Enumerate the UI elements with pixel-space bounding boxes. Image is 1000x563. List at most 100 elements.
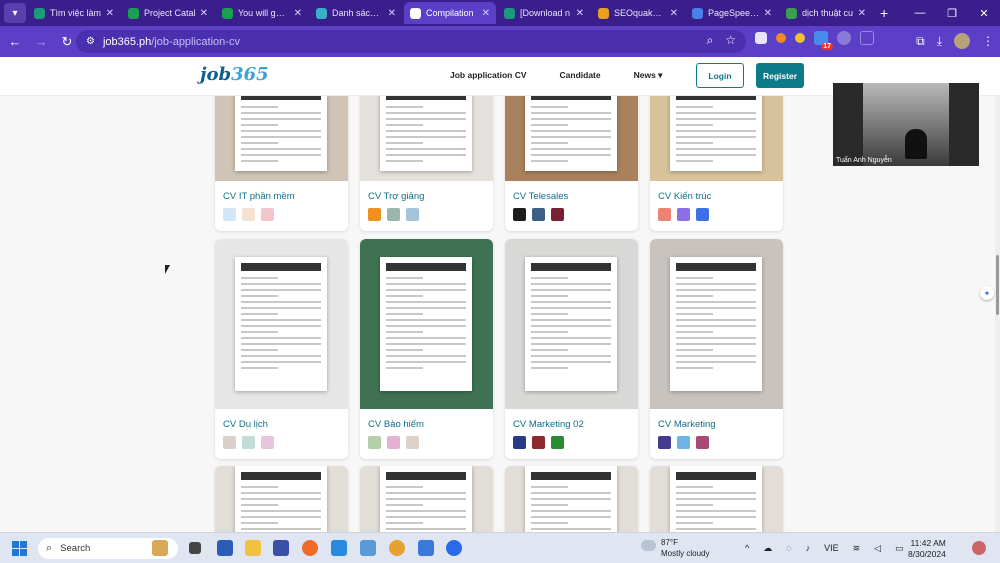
color-swatch[interactable] [551, 436, 564, 449]
extensions-puzzle-icon[interactable]: ⧉ [916, 34, 925, 49]
color-swatch[interactable] [551, 208, 564, 221]
new-tab-button[interactable]: + [880, 5, 888, 21]
color-swatch[interactable] [677, 208, 690, 221]
bookmark-star-icon[interactable]: ☆ [725, 33, 736, 48]
color-swatch[interactable] [513, 436, 526, 449]
color-swatch[interactable] [677, 436, 690, 449]
url-field[interactable]: ⚙ job365.ph/job-application-cv ⌕ ☆ [76, 30, 746, 53]
download-icon[interactable]: ⤓ [937, 34, 942, 49]
extension-ext-icon[interactable] [860, 31, 874, 45]
taskbar-clock[interactable]: 11:42 AM 8/30/2024 [908, 538, 946, 560]
color-swatch[interactable] [658, 208, 671, 221]
taskbar-notepad-icon[interactable] [418, 540, 434, 556]
cv-template-card[interactable]: CV Du lịch [215, 239, 348, 459]
cv-template-card[interactable] [215, 466, 348, 532]
cv-template-name[interactable]: CV Trợ giảng [368, 191, 485, 202]
color-swatch[interactable] [532, 436, 545, 449]
tray-wifi-icon[interactable]: ≋ [853, 543, 861, 554]
tab-close-icon[interactable]: ✕ [200, 8, 208, 19]
color-swatch[interactable] [242, 436, 255, 449]
taskbar-app2-icon[interactable] [360, 540, 376, 556]
register-button[interactable]: Register [756, 63, 804, 88]
browser-tab[interactable]: Project Catal ✕ [122, 2, 214, 24]
tab-close-icon[interactable]: ✕ [294, 8, 302, 19]
color-swatch[interactable] [387, 208, 400, 221]
tab-close-icon[interactable]: ✕ [670, 8, 678, 19]
cv-template-card[interactable]: CV Marketing [650, 239, 783, 459]
windows-start-icon[interactable] [12, 541, 27, 556]
forward-icon[interactable]: → [30, 34, 52, 49]
tab-close-icon[interactable]: ✕ [388, 8, 396, 19]
zoom-icon[interactable]: ⌕ [707, 33, 714, 48]
cv-template-name[interactable]: CV Bảo hiểm [368, 419, 485, 430]
cv-thumbnail[interactable] [650, 96, 783, 181]
tab-close-icon[interactable]: ✕ [482, 8, 490, 19]
tray-mic-icon[interactable]: ♪ [806, 543, 811, 554]
login-button[interactable]: Login [696, 63, 744, 88]
minimize-icon[interactable]: — [904, 7, 936, 19]
cv-thumbnail[interactable] [215, 96, 348, 181]
site-logo[interactable]: job365 [200, 64, 269, 85]
tab-search-button[interactable]: ▾ [4, 3, 26, 23]
browser-tab[interactable]: [Download n ✕ [498, 2, 590, 24]
cv-template-card[interactable]: CV Bảo hiểm [360, 239, 493, 459]
taskbar-chrome-icon[interactable] [389, 540, 405, 556]
color-swatch[interactable] [368, 436, 381, 449]
browser-tab[interactable]: You will get a ✕ [216, 2, 308, 24]
tab-close-icon[interactable]: ✕ [764, 8, 772, 19]
tab-close-icon[interactable]: ✕ [106, 8, 114, 19]
taskbar-orange-app-icon[interactable] [302, 540, 318, 556]
browser-menu-icon[interactable]: ⋮ [982, 34, 994, 48]
cv-template-card[interactable]: CV IT phần mềm [215, 96, 348, 231]
extension-translate-icon[interactable] [837, 31, 851, 45]
color-swatch[interactable] [223, 208, 236, 221]
color-swatch[interactable] [261, 208, 274, 221]
cv-template-card[interactable]: CV Telesales [505, 96, 638, 231]
tray-battery-icon[interactable]: ▭ [895, 543, 904, 554]
taskbar-taskview-icon[interactable] [189, 542, 201, 554]
cv-template-card[interactable] [505, 466, 638, 532]
nav-news[interactable]: News ▾ [634, 70, 663, 81]
profile-avatar[interactable] [954, 33, 970, 49]
site-info-icon[interactable]: ⚙ [86, 36, 95, 47]
cv-thumbnail[interactable] [215, 466, 348, 532]
taskbar-weather[interactable]: 87°F Mostly cloudy [641, 537, 709, 559]
reload-icon[interactable]: ↻ [56, 34, 78, 50]
tab-close-icon[interactable]: ✕ [858, 8, 866, 19]
color-swatch[interactable] [242, 208, 255, 221]
taskbar-word-icon[interactable] [217, 540, 233, 556]
taskbar-zoom-icon[interactable] [446, 540, 462, 556]
color-swatch[interactable] [223, 436, 236, 449]
cv-template-name[interactable]: CV Du lịch [223, 419, 340, 430]
browser-tab[interactable]: dịch thuật cu ✕ [780, 2, 872, 24]
taskbar-app-icon[interactable] [273, 540, 289, 556]
cv-template-card[interactable]: CV Kiến trúc [650, 96, 783, 231]
color-swatch[interactable] [696, 436, 709, 449]
extension-calendar-icon[interactable] [755, 32, 767, 44]
browser-tab[interactable]: SEOquake an ✕ [592, 2, 684, 24]
color-swatch[interactable] [532, 208, 545, 221]
cv-thumbnail[interactable] [360, 239, 493, 409]
tray-cloud-icon[interactable]: ☁ [763, 543, 772, 554]
cv-template-name[interactable]: CV Marketing [658, 419, 775, 430]
tray-chevron-icon[interactable]: ^ [745, 543, 749, 554]
extension-orange-icon[interactable] [776, 33, 786, 43]
tray-language[interactable]: VIE [824, 543, 839, 554]
color-swatch[interactable] [406, 436, 419, 449]
cv-template-card[interactable] [650, 466, 783, 532]
cv-template-name[interactable]: CV IT phần mềm [223, 191, 340, 202]
color-swatch[interactable] [368, 208, 381, 221]
cv-thumbnail[interactable] [650, 466, 783, 532]
nav-candidate[interactable]: Candidate [560, 70, 601, 81]
translate-float-icon[interactable]: ✦ [980, 286, 994, 300]
tray-volume-icon[interactable]: ◁ [874, 543, 881, 554]
notification-icon[interactable] [972, 541, 986, 555]
cv-template-name[interactable]: CV Kiến trúc [658, 191, 775, 202]
color-swatch[interactable] [513, 208, 526, 221]
cv-template-name[interactable]: CV Marketing 02 [513, 419, 630, 430]
cv-thumbnail[interactable] [360, 96, 493, 181]
video-call-overlay[interactable]: Tuấn Anh Nguyễn [833, 83, 979, 166]
browser-tab[interactable]: Danh sách cu ✕ [310, 2, 402, 24]
cv-thumbnail[interactable] [505, 96, 638, 181]
cv-thumbnail[interactable] [650, 239, 783, 409]
